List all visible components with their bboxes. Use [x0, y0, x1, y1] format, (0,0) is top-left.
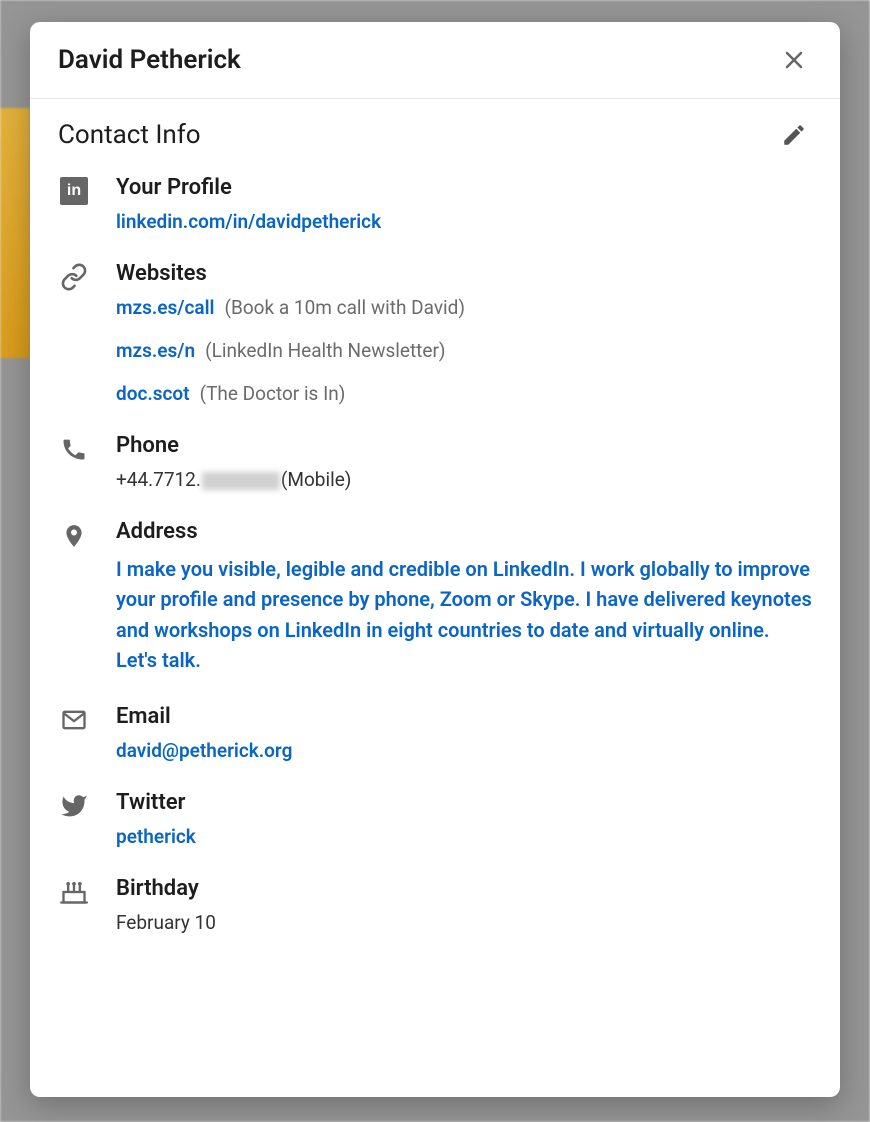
birthday-row: Birthday February 10	[58, 876, 812, 934]
modal-title: David Petherick	[58, 45, 241, 75]
contact-info-modal: David Petherick Contact Info in Your Pro…	[30, 22, 840, 1097]
map-pin-icon	[58, 521, 90, 553]
cake-icon	[58, 878, 90, 910]
background-banner	[0, 108, 30, 358]
website-desc-2: (The Doctor is In)	[200, 382, 346, 405]
profile-url-link[interactable]: linkedin.com/in/davidpetherick	[116, 210, 381, 233]
website-desc-0: (Book a 10m call with David)	[225, 296, 465, 319]
pencil-icon	[781, 122, 807, 148]
close-icon	[782, 48, 806, 72]
phone-icon	[58, 435, 90, 467]
website-link-1[interactable]: mzs.es/n	[116, 339, 195, 362]
website-item: mzs.es/n (LinkedIn Health Newsletter)	[116, 339, 812, 362]
address-label: Address	[116, 519, 812, 544]
website-desc-1: (LinkedIn Health Newsletter)	[205, 339, 445, 362]
modal-body: Contact Info in Your Profile linkedin.co…	[30, 99, 840, 1097]
twitter-row: Twitter petherick	[58, 790, 812, 848]
section-title: Contact Info	[58, 120, 201, 150]
email-row: Email david@petherick.org	[58, 704, 812, 762]
birthday-label: Birthday	[116, 876, 812, 901]
link-icon	[58, 263, 90, 295]
phone-row: Phone +44.7712. (Mobile)	[58, 433, 812, 491]
profile-row: in Your Profile linkedin.com/in/davidpet…	[58, 175, 812, 233]
linkedin-icon: in	[58, 177, 90, 209]
websites-row: Websites mzs.es/call (Book a 10m call wit…	[58, 261, 812, 405]
website-item: mzs.es/call (Book a 10m call with David)	[116, 296, 812, 319]
website-link-0[interactable]: mzs.es/call	[116, 296, 215, 319]
profile-label: Your Profile	[116, 175, 812, 200]
close-button[interactable]	[776, 42, 812, 78]
twitter-label: Twitter	[116, 790, 812, 815]
twitter-link[interactable]: petherick	[116, 825, 196, 848]
modal-header: David Petherick	[30, 22, 840, 99]
edit-button[interactable]	[776, 117, 812, 153]
section-header: Contact Info	[58, 117, 812, 153]
phone-prefix: +44.7712.	[116, 468, 201, 491]
twitter-icon	[58, 792, 90, 824]
phone-label: Phone	[116, 433, 812, 458]
website-link-2[interactable]: doc.scot	[116, 382, 190, 405]
phone-redacted	[202, 472, 280, 490]
address-link[interactable]: I make you visible, legible and credible…	[116, 557, 812, 672]
envelope-icon	[58, 706, 90, 738]
email-link[interactable]: david@petherick.org	[116, 739, 292, 762]
website-item: doc.scot (The Doctor is In)	[116, 382, 812, 405]
address-row: Address I make you visible, legible and …	[58, 519, 812, 676]
websites-label: Websites	[116, 261, 812, 286]
email-label: Email	[116, 704, 812, 729]
phone-value: +44.7712. (Mobile)	[116, 468, 812, 491]
birthday-value: February 10	[116, 911, 812, 934]
phone-suffix: (Mobile)	[281, 468, 352, 491]
